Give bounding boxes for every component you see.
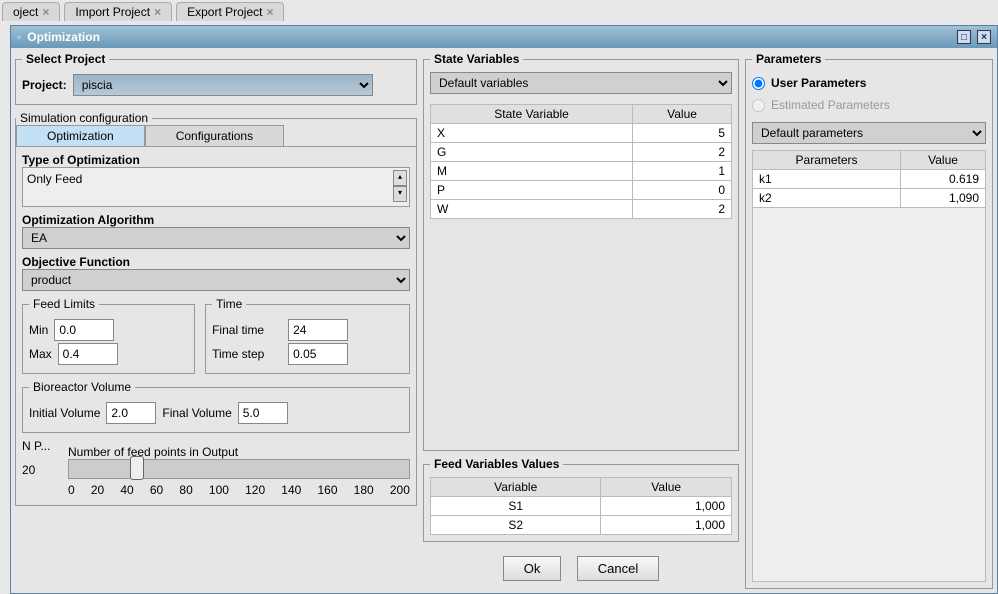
table-row: W2 [431, 200, 732, 219]
type-opt-list[interactable]: Only Feed ▴ ▾ [22, 167, 410, 207]
opt-alg-label: Optimization Algorithm [22, 213, 410, 227]
type-opt-label: Type of Optimization [22, 153, 410, 167]
table-row: S11,000 [431, 497, 732, 516]
sim-config-legend: Simulation configuration [16, 111, 152, 125]
est-params-radio[interactable] [752, 99, 765, 112]
bioreactor-group: Bioreactor Volume Initial Volume Final V… [22, 380, 410, 433]
select-project-group: Select Project Project: piscia [15, 52, 417, 105]
obj-func-label: Objective Function [22, 255, 410, 269]
feed-limits-legend: Feed Limits [29, 297, 99, 311]
bg-tab[interactable]: oject× [2, 2, 60, 21]
init-volume-input[interactable] [106, 402, 156, 424]
state-vars-table: State VariableValue X5 G2 M1 P0 W2 [430, 104, 732, 219]
table-row: k21,090 [753, 189, 986, 208]
table-row: k10.619 [753, 170, 986, 189]
np-value: 20 [22, 463, 62, 477]
background-tabs: oject× Import Project× Export Project× [0, 0, 284, 21]
slider-ticks: 020406080100120140160180200 [68, 483, 410, 497]
final-volume-input[interactable] [238, 402, 288, 424]
table-row: P0 [431, 181, 732, 200]
slider-thumb[interactable] [130, 456, 144, 480]
np-label: N P... [22, 439, 62, 453]
params-select[interactable]: Default parameters [752, 122, 986, 144]
project-select[interactable]: piscia [73, 74, 373, 96]
close-icon[interactable]: × [266, 5, 273, 19]
select-project-legend: Select Project [22, 52, 109, 66]
parameters-legend: Parameters [752, 52, 825, 66]
time-group: Time Final time Time step [205, 297, 410, 374]
spin-up-icon[interactable]: ▴ [393, 170, 407, 186]
spin-down-icon[interactable]: ▾ [393, 186, 407, 202]
optimization-window: ◦ Optimization □ × Select Project Projec… [10, 25, 998, 594]
feed-vars-group: Feed Variables Values VariableValue S11,… [423, 457, 739, 542]
obj-func-select[interactable]: product [22, 269, 410, 291]
state-vars-select[interactable]: Default variables [430, 72, 732, 94]
feed-vars-table: VariableValue S11,000 S21,000 [430, 477, 732, 535]
maximize-button[interactable]: □ [957, 30, 971, 44]
state-vars-legend: State Variables [430, 52, 523, 66]
state-variables-group: State Variables Default variables State … [423, 52, 739, 451]
np-slider[interactable] [68, 459, 410, 479]
feed-min-input[interactable] [54, 319, 114, 341]
time-step-input[interactable] [288, 343, 348, 365]
user-params-radio[interactable] [752, 77, 765, 90]
parameters-group: Parameters User Parameters Estimated Par… [745, 52, 993, 589]
feed-limits-group: Feed Limits Min Max [22, 297, 195, 374]
close-button[interactable]: × [977, 30, 991, 44]
cancel-button[interactable]: Cancel [577, 556, 659, 581]
opt-alg-select[interactable]: EA [22, 227, 410, 249]
table-row: G2 [431, 143, 732, 162]
tab-optimization[interactable]: Optimization [16, 125, 145, 146]
table-row: S21,000 [431, 516, 732, 535]
simulation-config-group: Simulation configuration Optimization Co… [15, 111, 417, 506]
titlebar[interactable]: ◦ Optimization □ × [11, 26, 997, 48]
window-title: Optimization [27, 30, 951, 44]
tab-configurations[interactable]: Configurations [145, 125, 284, 146]
window-icon: ◦ [17, 30, 21, 44]
bioreactor-legend: Bioreactor Volume [29, 380, 135, 394]
close-icon[interactable]: × [154, 5, 161, 19]
close-icon[interactable]: × [42, 5, 49, 19]
project-label: Project: [22, 78, 67, 92]
bg-tab[interactable]: Import Project× [64, 2, 172, 21]
slider-label: Number of feed points in Output [68, 445, 410, 459]
feed-vars-legend: Feed Variables Values [430, 457, 563, 471]
ok-button[interactable]: Ok [503, 556, 562, 581]
time-legend: Time [212, 297, 246, 311]
final-time-input[interactable] [288, 319, 348, 341]
table-row: M1 [431, 162, 732, 181]
table-row: X5 [431, 124, 732, 143]
type-opt-spinner[interactable]: ▴ ▾ [393, 170, 407, 202]
bg-tab[interactable]: Export Project× [176, 2, 284, 21]
feed-max-input[interactable] [58, 343, 118, 365]
params-table: ParametersValue k10.619 k21,090 [752, 150, 986, 208]
